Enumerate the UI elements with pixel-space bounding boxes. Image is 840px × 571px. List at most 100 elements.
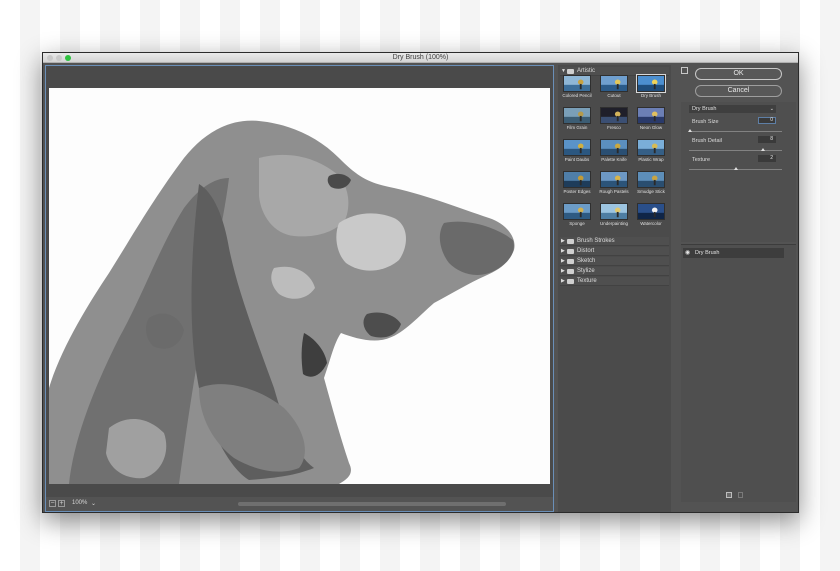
filter-thumb-dry-brush[interactable] — [636, 74, 666, 93]
thumbnail-image — [638, 108, 664, 123]
slider-knob[interactable] — [688, 129, 692, 132]
filter-gallery-window: Dry Brush (100%) − + 100% ⌄ ▼ Artistic C… — [42, 52, 799, 513]
filter-thumb-label: Fresco — [607, 125, 621, 130]
category-label: Stylize — [577, 268, 595, 274]
dog-preview-image — [49, 88, 550, 484]
filter-thumb-label: Rough Pastels — [599, 189, 629, 194]
thumbnail-image — [638, 76, 664, 91]
category-brush-strokes[interactable]: ▶ Brush Strokes — [560, 237, 669, 246]
thumbnail-image — [638, 140, 664, 155]
category-texture[interactable]: ▶ Texture — [560, 277, 669, 286]
filter-thumb-label: Cutout — [607, 93, 621, 98]
slider-knob[interactable] — [734, 167, 738, 170]
filter-thumb-label: Sponge — [569, 221, 585, 226]
brush-size-label: Brush Size — [692, 119, 719, 125]
filter-thumb-plastic-wrap[interactable] — [637, 139, 665, 156]
filter-thumb-fresco[interactable] — [600, 107, 628, 124]
thumbnail-image — [564, 204, 590, 219]
filter-thumb-poster-edges[interactable] — [563, 171, 591, 188]
texture-slider[interactable] — [689, 167, 782, 170]
brush-detail-slider[interactable] — [689, 148, 782, 151]
folder-icon — [567, 279, 574, 284]
visibility-eye-icon[interactable]: ◉ — [685, 248, 690, 258]
filter-thumb-label: Paint Daubs — [564, 157, 590, 162]
category-label: Distort — [577, 248, 595, 254]
filter-thumb-label: Dry Brush — [640, 93, 661, 98]
disclosure-closed-icon: ▶ — [561, 238, 565, 244]
filter-thumb-label: Poster Edges — [563, 189, 591, 194]
category-label: Texture — [577, 278, 597, 284]
disclosure-closed-icon: ▶ — [561, 268, 565, 274]
filter-thumb-label: Neon Glow — [639, 125, 663, 130]
cancel-button[interactable]: Cancel — [695, 85, 782, 97]
preview-canvas[interactable] — [49, 88, 550, 484]
new-effect-layer-icon[interactable] — [726, 492, 732, 498]
thumbnail-image — [601, 140, 627, 155]
category-sketch[interactable]: ▶ Sketch — [560, 257, 669, 266]
filter-select-dropdown[interactable]: Dry Brush ⌄ — [689, 105, 776, 113]
filter-gallery-panel: ▼ Artistic Colored Pencil Cutout Dry Brush… — [558, 65, 671, 512]
collapse-gallery-icon[interactable] — [681, 67, 688, 74]
brush-detail-input[interactable]: 8 — [758, 136, 776, 143]
filter-thumb-label: Colored Pencil — [562, 93, 592, 98]
preview-status-bar: − + 100% ⌄ — [46, 497, 553, 511]
category-label: Sketch — [577, 258, 596, 264]
zoom-level: 100% — [72, 500, 88, 506]
disclosure-open-icon: ▼ — [561, 68, 566, 74]
thumbnail-image — [564, 108, 590, 123]
disclosure-closed-icon: ▶ — [561, 248, 565, 254]
brush-size-slider[interactable] — [688, 129, 782, 132]
folder-icon — [567, 69, 574, 74]
texture-label: Texture — [692, 157, 711, 163]
thumbnail-image — [564, 140, 590, 155]
filter-thumb-cutout[interactable] — [600, 75, 628, 92]
filter-thumb-palette-knife[interactable] — [600, 139, 628, 156]
effect-layer-row[interactable]: ◉ Dry Brush — [683, 248, 784, 258]
folder-icon — [567, 259, 574, 264]
slider-knob[interactable] — [761, 148, 765, 151]
thumbnail-image — [638, 204, 664, 219]
filter-thumb-neon-glow[interactable] — [637, 107, 665, 124]
texture-input[interactable]: 2 — [758, 155, 776, 162]
delete-effect-layer-icon[interactable] — [738, 492, 743, 498]
effect-layer-label: Dry Brush — [695, 250, 720, 256]
filter-thumb-label: Underpainting — [599, 221, 629, 226]
filter-thumb-label: Smudge Stick — [637, 189, 665, 194]
filter-select-value: Dry Brush — [692, 106, 717, 112]
filter-thumb-label: Plastic Wrap — [638, 157, 664, 162]
filter-thumb-underpainting[interactable] — [600, 203, 628, 220]
zoom-in-button[interactable]: + — [58, 500, 65, 507]
thumbnail-image — [564, 172, 590, 187]
folder-icon — [567, 239, 574, 244]
brush-size-input[interactable]: 0 — [758, 117, 776, 124]
zoom-dropdown-icon[interactable]: ⌄ — [91, 500, 96, 507]
zoom-out-button[interactable]: − — [49, 500, 56, 507]
thumbnail-image — [601, 172, 627, 187]
thumbnail-image — [564, 76, 590, 91]
filter-thumb-smudge-stick[interactable] — [637, 171, 665, 188]
horizontal-scrollbar[interactable] — [238, 502, 506, 506]
thumbnail-image — [638, 172, 664, 187]
thumbnail-image — [601, 108, 627, 123]
filter-thumb-rough-pastels[interactable] — [600, 171, 628, 188]
filter-thumb-watercolor[interactable] — [637, 203, 665, 220]
filter-thumb-film-grain[interactable] — [563, 107, 591, 124]
category-distort[interactable]: ▶ Distort — [560, 247, 669, 256]
filter-thumb-colored-pencil[interactable] — [563, 75, 591, 92]
window-title: Dry Brush (100%) — [392, 54, 449, 61]
title-bar: Dry Brush (100%) — [43, 53, 798, 63]
filter-thumb-sponge[interactable] — [563, 203, 591, 220]
preview-pane: − + 100% ⌄ — [45, 65, 554, 512]
thumbnail-image — [601, 204, 627, 219]
ok-button[interactable]: OK — [695, 68, 782, 80]
category-label: Brush Strokes — [577, 238, 615, 244]
disclosure-closed-icon: ▶ — [561, 278, 565, 284]
category-stylize[interactable]: ▶ Stylize — [560, 267, 669, 276]
thumbnail-image — [601, 76, 627, 91]
filter-thumb-label: Film Grain — [566, 125, 588, 130]
filter-thumb-paint-daubs[interactable] — [563, 139, 591, 156]
filter-settings-panel: Dry Brush ⌄ Brush Size 0 Brush Detail 8 … — [681, 102, 796, 242]
chevron-down-icon: ⌄ — [769, 106, 774, 112]
brush-detail-label: Brush Detail — [692, 138, 722, 144]
folder-icon — [567, 249, 574, 254]
